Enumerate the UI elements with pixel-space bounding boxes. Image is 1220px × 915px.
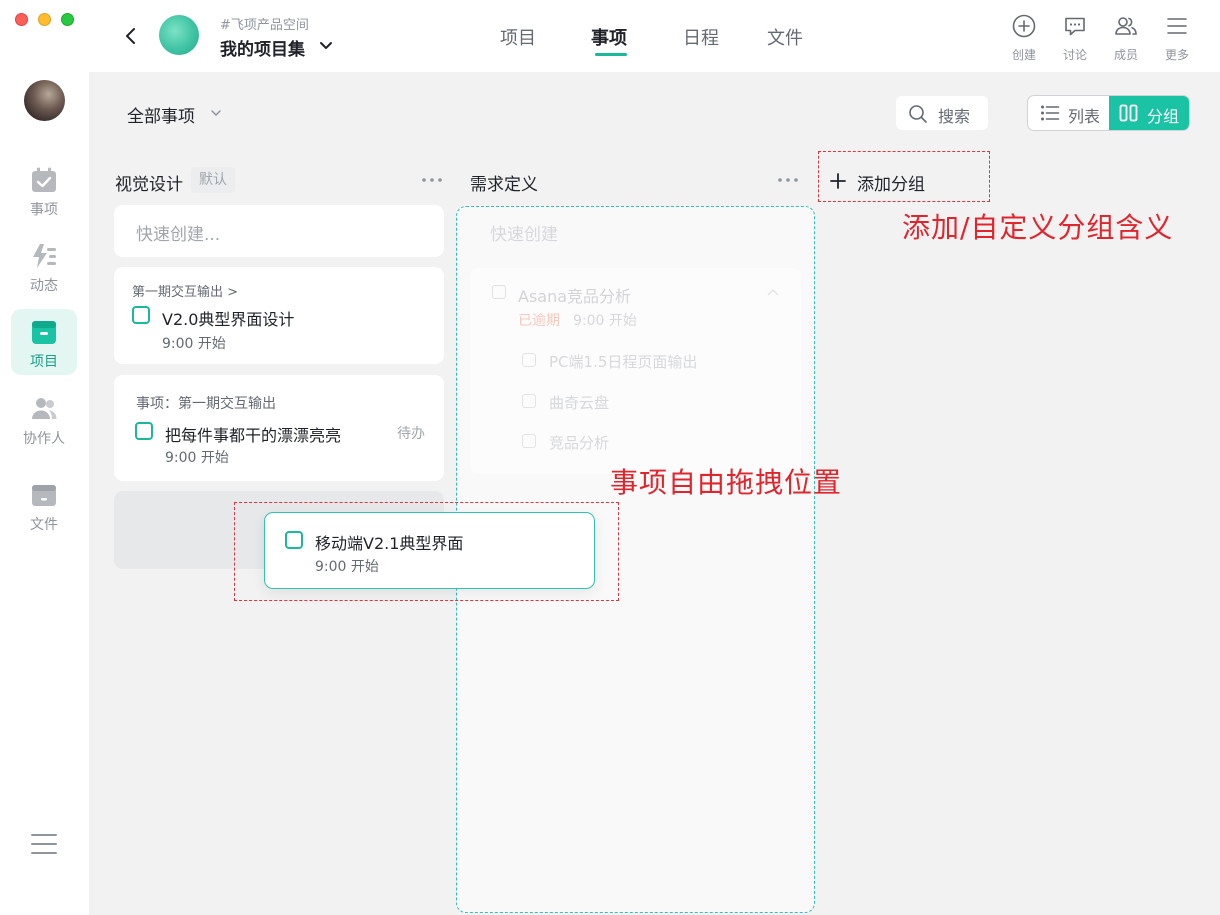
list-view-label: 列表	[1068, 107, 1101, 126]
project-icon	[32, 321, 56, 344]
more-button[interactable]: 更多	[1155, 12, 1199, 66]
plus-icon	[830, 173, 846, 189]
search-icon	[909, 105, 927, 123]
tab-projects[interactable]: 项目	[500, 24, 536, 50]
more-label: 更多	[1164, 48, 1189, 62]
annotation-add-group: 添加/自定义分组含义	[902, 211, 1174, 244]
plus-circle-icon	[1012, 14, 1036, 38]
group-view-label: 分组	[1147, 107, 1180, 126]
more-dots-icon[interactable]	[420, 172, 444, 188]
sidebar-item-files[interactable]: 文件	[11, 472, 77, 538]
space-name: #飞项产品空间	[220, 18, 309, 33]
file-box-icon	[32, 485, 56, 506]
quick-create-placeholder: 快速创建...	[136, 225, 221, 245]
task-time: 9:00 开始	[165, 450, 229, 466]
search-label: 搜索	[938, 107, 971, 126]
tab-files[interactable]: 文件	[767, 24, 803, 50]
sidebar-item-items[interactable]: 事项	[11, 157, 77, 223]
subtask-checkbox	[522, 434, 536, 448]
window-zoom-button[interactable]	[61, 13, 74, 26]
search-button[interactable]: 搜索	[896, 96, 988, 130]
window-minimize-button[interactable]	[38, 13, 51, 26]
tab-items[interactable]: 事项	[591, 24, 627, 50]
subtask-checkbox	[522, 394, 536, 408]
task-time: 9:00 开始	[573, 313, 637, 329]
calendar-check-icon	[32, 167, 56, 192]
people-icon	[32, 398, 57, 419]
avatar[interactable]	[24, 80, 65, 121]
subtask-name: 曲奇云盘	[549, 394, 610, 412]
discuss-label: 讨论	[1062, 48, 1087, 62]
menu-icon	[1167, 18, 1187, 34]
item-filter-dropdown[interactable]: 全部事项	[127, 102, 195, 127]
task-checkbox	[492, 285, 506, 299]
members-label: 成员	[1113, 48, 1138, 62]
activity-icon	[33, 244, 56, 268]
column-title[interactable]: 视觉设计	[115, 170, 183, 195]
more-dots-icon[interactable]	[776, 172, 800, 188]
subtask-checkbox	[522, 353, 536, 367]
task-checkbox[interactable]	[132, 306, 150, 324]
quick-create-placeholder: 快速创建	[490, 225, 558, 245]
columns-icon	[1119, 104, 1138, 122]
view-mode-toggle: 列表 分组	[1027, 95, 1190, 131]
discuss-button[interactable]: 讨论	[1053, 12, 1097, 66]
sidebar-item-label: 事项	[30, 202, 58, 218]
window-close-button[interactable]	[15, 13, 28, 26]
column-title[interactable]: 需求定义	[470, 170, 538, 195]
create-button[interactable]: 创建	[1002, 12, 1046, 66]
default-badge: 默认	[191, 167, 235, 193]
task-parent-link[interactable]: 第一期交互输出 >	[132, 281, 238, 300]
task-name: 移动端V2.1典型界面	[315, 534, 464, 553]
back-chevron-icon[interactable]	[120, 24, 142, 48]
task-card[interactable]: 事项：第一期交互输出 把每件事都干的漂漂亮亮 待办 9:00 开始	[114, 375, 444, 481]
hamburger-menu-icon[interactable]	[30, 832, 58, 856]
chevron-down-icon[interactable]	[209, 106, 223, 120]
subtask-name: PC端1.5日程页面输出	[549, 353, 698, 371]
sidebar-item-projects[interactable]: 项目	[11, 309, 77, 375]
annotation-drag: 事项自由拖拽位置	[610, 466, 843, 499]
task-time: 9:00 开始	[315, 559, 379, 575]
task-card[interactable]: 第一期交互输出 > V2.0典型界面设计 9:00 开始	[114, 267, 444, 364]
sidebar-item-label: 文件	[30, 517, 58, 533]
sidebar-item-label: 动态	[30, 278, 58, 294]
members-icon	[1115, 17, 1137, 35]
task-parent-link[interactable]: 事项：第一期交互输出	[136, 393, 276, 413]
sidebar-item-label: 项目	[30, 354, 58, 370]
group-view-button[interactable]: 分组	[1109, 96, 1189, 130]
members-button[interactable]: 成员	[1104, 12, 1148, 66]
sidebar-item-label: 协作人	[23, 431, 65, 447]
status-badge: 待办	[397, 426, 425, 442]
subtask-name: 竞品分析	[549, 434, 610, 452]
task-name: 把每件事都干的漂漂亮亮	[165, 426, 342, 445]
add-group-label: 添加分组	[857, 175, 925, 195]
chevron-up-icon	[767, 288, 779, 296]
task-time: 9:00 开始	[162, 336, 226, 352]
chevron-down-icon[interactable]	[318, 38, 334, 54]
dragging-task-card[interactable]: 移动端V2.1典型界面 9:00 开始	[264, 512, 595, 589]
overdue-badge: 已逾期	[518, 313, 560, 329]
quick-create-input[interactable]: 快速创建...	[114, 205, 444, 257]
project-logo	[159, 15, 199, 55]
task-name: V2.0典型界面设计	[162, 310, 295, 329]
task-name: Asana竞品分析	[518, 287, 632, 306]
sidebar-item-activity[interactable]: 动态	[11, 233, 77, 299]
add-group-button[interactable]: 添加分组	[829, 169, 949, 195]
title-bar: #飞项产品空间 我的项目集 项目 事项 日程 文件 创建 讨论 成员 更多	[0, 0, 1220, 72]
tab-schedule[interactable]: 日程	[683, 24, 719, 50]
active-tab-indicator	[595, 53, 627, 56]
list-view-button[interactable]: 列表	[1028, 96, 1109, 130]
create-label: 创建	[1011, 48, 1036, 62]
task-checkbox[interactable]	[135, 422, 153, 440]
list-icon	[1041, 105, 1060, 121]
task-checkbox[interactable]	[285, 531, 303, 549]
sidebar-item-collaborators[interactable]: 协作人	[11, 386, 77, 452]
chat-icon	[1065, 17, 1085, 36]
project-name[interactable]: 我的项目集	[220, 35, 305, 60]
